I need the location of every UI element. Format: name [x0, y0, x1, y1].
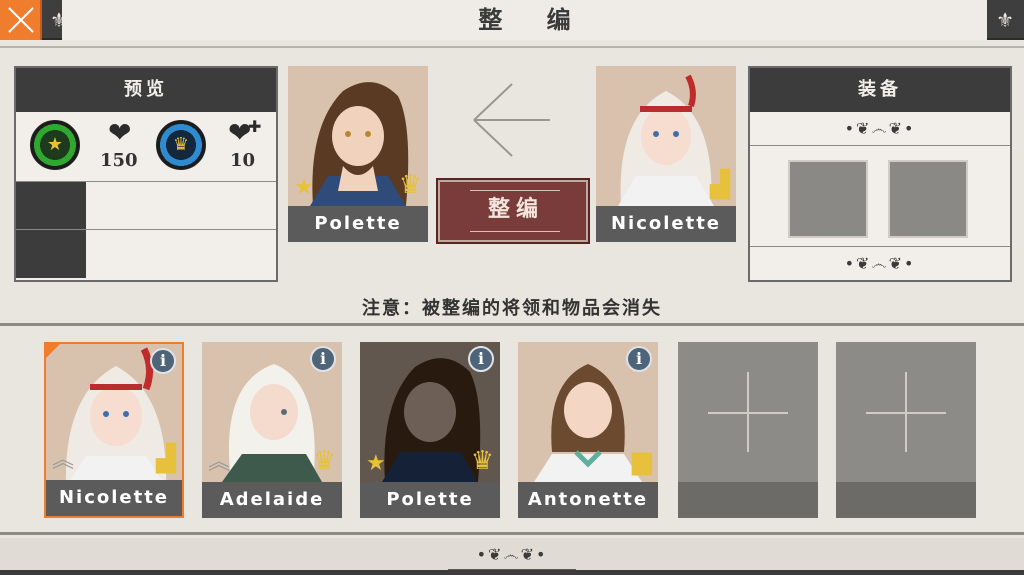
target-general-card[interactable]: ▟ Nicolette	[596, 66, 736, 242]
scroll-ornament[interactable]: •❦෴❦•	[448, 544, 576, 572]
reform-button[interactable]: 整编	[436, 178, 590, 244]
divider	[0, 46, 1024, 48]
empty-roster-slot[interactable]	[836, 342, 976, 518]
preview-panel: 预览 ★ ❤ 150 ♛ ❤ ✚ 10	[14, 66, 278, 282]
equipment-title: 装备	[750, 68, 1010, 112]
divider	[0, 532, 1024, 535]
warning-notice: 注意：被整编的将领和物品会消失	[362, 298, 662, 319]
boot-icon: ▟	[156, 444, 176, 474]
roster-card-nicolette[interactable]: i ︽ ▟ Nicolette	[44, 342, 184, 518]
fleur-de-lis-icon: ⚜	[996, 8, 1014, 32]
preview-title: 预览	[16, 68, 276, 112]
star-rank-icon: ★	[366, 451, 386, 476]
source-name: Polette	[288, 206, 428, 242]
roster-card-adelaide[interactable]: i ︽ ♛ Adelaide	[202, 342, 342, 518]
heart-plus-value: 10	[230, 150, 256, 171]
close-x-icon	[8, 7, 34, 33]
page-title: 整 编	[478, 6, 589, 34]
roster-name: Polette	[360, 482, 500, 518]
crown-badge-icon: ♛	[156, 120, 206, 170]
crown-icon: ♛	[470, 446, 494, 476]
heart-icon: ❤	[108, 116, 132, 149]
stats-row: ★ ❤ 150 ♛ ❤ ✚ 10	[16, 112, 276, 182]
preview-slot-row	[16, 182, 276, 230]
roster-name: Antonette	[518, 482, 658, 518]
divider	[0, 323, 1024, 326]
empty-roster-slot[interactable]	[678, 342, 818, 518]
preview-slot-row	[16, 230, 276, 278]
roster-card-antonette[interactable]: i ▆ Antonette	[518, 342, 658, 518]
arrow-left-icon	[473, 83, 550, 157]
crown-icon: ♛	[398, 170, 422, 200]
roster-name: Nicolette	[46, 480, 182, 516]
info-icon[interactable]: i	[310, 346, 336, 372]
boot-icon: ▟	[710, 170, 730, 200]
roster-name: Adelaide	[202, 482, 342, 518]
info-icon[interactable]: i	[150, 348, 176, 374]
chevron-rank-icon: ︽	[208, 450, 231, 475]
roster-card-polette[interactable]: i ★ ♛ Polette	[360, 342, 500, 518]
info-icon[interactable]: i	[626, 346, 652, 372]
heart-plus-icon: ❤ ✚	[228, 116, 262, 149]
bottom-edge	[0, 570, 1024, 575]
ornament-divider: •❦෴❦•	[750, 246, 1010, 280]
equipment-panel: 装备 •❦෴❦• •❦෴❦•	[748, 66, 1012, 282]
star-rank-icon: ★	[294, 175, 314, 200]
top-bar: ⚜ 整 编 ⚜	[0, 0, 1024, 40]
hat-icon: ▆	[632, 446, 652, 476]
close-button[interactable]	[0, 0, 42, 40]
info-icon[interactable]: i	[468, 346, 494, 372]
rank-star-badge-icon: ★	[30, 120, 80, 170]
target-name: Nicolette	[596, 206, 736, 242]
equipment-slot[interactable]	[888, 160, 968, 238]
ornament-divider: •❦෴❦•	[750, 112, 1010, 146]
selected-corner	[46, 344, 60, 358]
chevron-rank-icon: ︽	[52, 448, 75, 473]
equipment-slot[interactable]	[788, 160, 868, 238]
title-banner: 整 编	[62, 0, 987, 40]
crown-icon: ♛	[312, 446, 336, 476]
heart-value: 150	[100, 150, 138, 171]
source-general-card[interactable]: ★ ♛ Polette	[288, 66, 428, 242]
